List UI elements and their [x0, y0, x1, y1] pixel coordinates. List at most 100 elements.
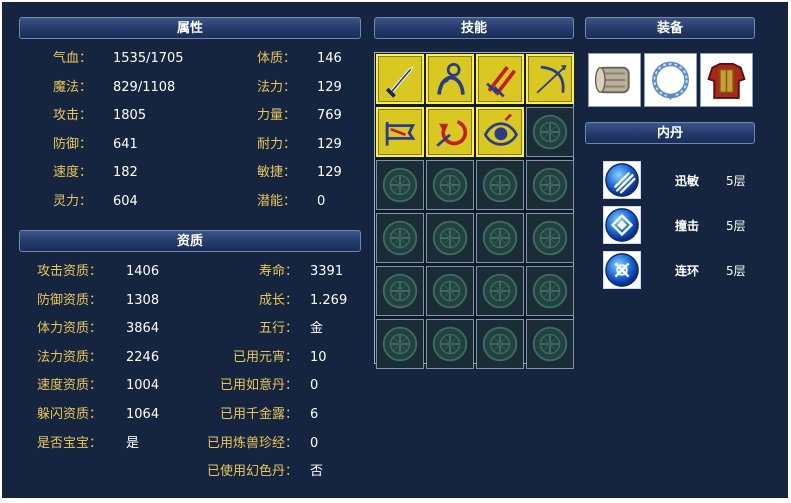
aptitude-value: 否 — [310, 464, 324, 480]
attr-label: 体质： — [257, 51, 297, 66]
attr-label: 灵力： — [53, 194, 93, 209]
skill-slot[interactable] — [426, 107, 474, 157]
attr-label: 法力： — [257, 79, 297, 95]
skill-slot[interactable] — [526, 54, 574, 104]
aptitude-label: 体力资质： — [37, 321, 103, 337]
empty-skill-slot — [526, 266, 574, 316]
equipment-slot[interactable] — [588, 53, 641, 107]
empty-slot-emblem-icon — [382, 273, 418, 309]
equipment-slot[interactable] — [700, 53, 753, 107]
empty-skill-slot — [476, 160, 524, 210]
empty-slot-emblem-icon — [382, 326, 418, 362]
neidan-header: 内丹 — [585, 122, 755, 144]
attr-label: 耐力： — [257, 136, 297, 152]
empty-slot-emblem-icon — [482, 326, 518, 362]
aptitude-value: 3391 — [310, 264, 344, 279]
aptitude-label: 是否宝宝： — [37, 435, 103, 451]
empty-skill-slot — [376, 319, 424, 369]
neidan-level: 5层 — [726, 174, 746, 188]
empty-skill-slot — [526, 213, 574, 263]
empty-skill-slot — [526, 319, 574, 369]
skill-grid — [374, 52, 574, 369]
attr-value: 129 — [317, 79, 342, 95]
empty-skill-slot — [376, 266, 424, 316]
empty-skill-slot — [376, 160, 424, 210]
eye-skill-icon — [483, 113, 519, 146]
empty-slot-emblem-icon — [382, 167, 418, 203]
aptitude-value: 1.269 — [310, 292, 348, 308]
attr-value: 129 — [317, 136, 342, 152]
aptitude-value: 金 — [310, 321, 324, 337]
empty-skill-slot — [426, 213, 474, 263]
claw-orb-icon — [605, 163, 639, 197]
equipment-slot[interactable] — [644, 53, 697, 107]
aptitude-value: 是 — [126, 435, 140, 451]
attr-label: 攻击： — [53, 108, 93, 124]
attributes-header: 属性 — [19, 17, 361, 39]
aptitude-value: 10 — [310, 349, 327, 365]
neidan-slot[interactable] — [603, 206, 641, 244]
aptitude-label: 防御资质： — [37, 292, 103, 308]
sword-skill-icon — [385, 66, 414, 98]
diamond-orb-icon — [605, 208, 639, 242]
bracer-icon — [594, 66, 630, 94]
neidan-slot[interactable] — [603, 161, 641, 199]
aptitude-label: 已用元宵： — [232, 349, 298, 365]
empty-skill-slot — [426, 319, 474, 369]
aptitude-label: 躲闪资质： — [37, 407, 103, 422]
attr-value: 604 — [113, 194, 138, 209]
skill-slot[interactable] — [376, 107, 424, 157]
neidan-slot[interactable] — [603, 251, 641, 289]
skill-slot[interactable] — [476, 107, 524, 157]
attr-value: 641 — [113, 136, 138, 152]
counter-arrow-skill-icon — [436, 120, 468, 147]
pet-info-window: 属性 气血： 1535/1705 魔法： 829/1108 攻击： 1805 防御： 641 速… — [2, 2, 788, 498]
pennant-skill-icon — [385, 121, 416, 146]
empty-slot-emblem-icon — [482, 167, 518, 203]
empty-slot-emblem-icon — [532, 167, 568, 203]
neidan-name: 迅敏 — [675, 174, 700, 188]
bow-skill-icon — [536, 65, 567, 94]
attr-value: 182 — [113, 165, 138, 181]
attr-label: 速度： — [53, 165, 93, 181]
skill-slot[interactable] — [376, 54, 424, 104]
empty-slot-emblem-icon — [482, 220, 518, 256]
aptitude-header: 资质 — [19, 230, 361, 252]
attr-value: 0 — [317, 194, 326, 209]
aptitude-label: 成长： — [258, 292, 298, 308]
neidan-level: 5层 — [726, 219, 746, 233]
attr-label: 防御： — [53, 136, 93, 152]
skill-slot[interactable] — [426, 54, 474, 104]
empty-slot-emblem-icon — [432, 220, 468, 256]
attr-value: 146 — [317, 51, 342, 66]
attr-value: 129 — [317, 165, 342, 181]
empty-skill-slot — [376, 213, 424, 263]
empty-skill-slot — [476, 319, 524, 369]
aptitude-label: 已用炼兽珍经： — [206, 435, 298, 451]
aptitude-label: 已用千金露： — [219, 407, 298, 422]
attr-value: 1805 — [113, 108, 147, 124]
aptitude-label: 已使用幻色丹： — [206, 464, 298, 480]
attr-label: 敏捷： — [257, 165, 297, 181]
aptitude-label: 寿命： — [258, 264, 298, 279]
empty-skill-slot — [426, 160, 474, 210]
armor-icon — [707, 63, 746, 99]
aptitude-label: 五行： — [258, 321, 298, 337]
neidan-name: 撞击 — [675, 219, 700, 233]
empty-skill-slot — [526, 107, 574, 157]
empty-slot-emblem-icon — [532, 326, 568, 362]
empty-slot-emblem-icon — [532, 114, 568, 150]
aptitude-value: 0 — [310, 435, 319, 451]
collar-ring-icon — [652, 61, 689, 100]
attr-value: 1535/1705 — [113, 51, 184, 66]
chain-orb-icon — [605, 253, 639, 287]
skill-slot[interactable] — [476, 54, 524, 104]
empty-slot-emblem-icon — [482, 273, 518, 309]
attr-label: 力量： — [257, 108, 297, 124]
empty-skill-slot — [426, 266, 474, 316]
aptitude-label: 攻击资质： — [37, 264, 103, 279]
aptitude-label: 法力资质： — [37, 349, 103, 365]
attr-label: 气血： — [53, 51, 93, 66]
empty-slot-emblem-icon — [432, 326, 468, 362]
neidan-level: 5层 — [726, 264, 746, 278]
